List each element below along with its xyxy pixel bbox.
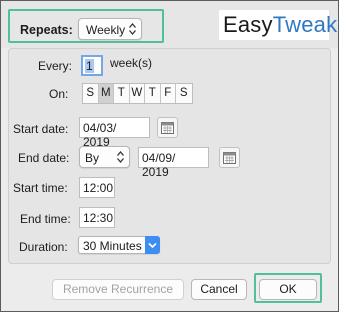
start-date-label: Start date: bbox=[13, 122, 69, 136]
repeats-value: Weekly bbox=[86, 23, 126, 37]
start-date-calendar-button[interactable] bbox=[157, 117, 178, 138]
repeats-label: Repeats: bbox=[20, 23, 73, 37]
recurrence-dialog: Repeats: Weekly EasyTweaks Every: 1 week… bbox=[0, 0, 339, 312]
day-wednesday[interactable]: W bbox=[130, 84, 145, 103]
updown-arrows-icon bbox=[117, 151, 124, 163]
end-date-label: End date: bbox=[18, 151, 70, 165]
end-type-value: By bbox=[85, 151, 100, 165]
duration-label: Duration: bbox=[19, 240, 68, 254]
end-date-calendar-button[interactable] bbox=[219, 147, 240, 168]
logo-text-tweaks: Tweaks bbox=[272, 12, 339, 37]
easytweaks-logo: EasyTweaks bbox=[219, 10, 339, 40]
duration-chevron bbox=[145, 236, 160, 254]
on-label: On: bbox=[49, 87, 69, 101]
every-value: 1 bbox=[85, 59, 94, 73]
day-monday[interactable]: M bbox=[98, 84, 114, 103]
day-saturday[interactable]: S bbox=[176, 84, 192, 103]
end-time-field[interactable]: 12:30 bbox=[79, 207, 115, 228]
every-unit-label: week(s) bbox=[110, 56, 153, 70]
remove-recurrence-button[interactable]: Remove Recurrence bbox=[52, 279, 184, 300]
start-date-field[interactable]: 04/03/ 2019 bbox=[79, 117, 150, 149]
logo-text-easy: Easy bbox=[223, 12, 273, 37]
chevron-down-icon bbox=[148, 242, 157, 249]
ok-button[interactable]: OK bbox=[259, 279, 317, 300]
duration-value: 30 Minutes bbox=[83, 239, 142, 253]
calendar-icon bbox=[223, 152, 236, 164]
cancel-button[interactable]: Cancel bbox=[191, 279, 247, 300]
start-time-label: Start time: bbox=[13, 181, 68, 195]
day-friday[interactable]: F bbox=[161, 84, 176, 103]
end-date-field[interactable]: 04/09/ 2019 bbox=[138, 147, 209, 179]
calendar-icon bbox=[161, 122, 174, 134]
every-interval-input[interactable]: 1 bbox=[81, 55, 103, 76]
end-time-label: End time: bbox=[20, 212, 71, 226]
day-tuesday[interactable]: T bbox=[114, 84, 130, 103]
start-time-field[interactable]: 12:00 bbox=[79, 177, 115, 198]
day-sunday[interactable]: S bbox=[83, 84, 99, 103]
every-label: Every: bbox=[38, 59, 73, 73]
duration-select[interactable]: 30 Minutes bbox=[78, 236, 160, 254]
end-type-select[interactable]: By bbox=[79, 146, 130, 168]
weekday-selector: S M T W T F S bbox=[82, 83, 193, 104]
repeats-select[interactable]: Weekly bbox=[78, 18, 142, 40]
day-thursday[interactable]: T bbox=[145, 84, 161, 103]
updown-arrows-icon bbox=[129, 23, 136, 35]
